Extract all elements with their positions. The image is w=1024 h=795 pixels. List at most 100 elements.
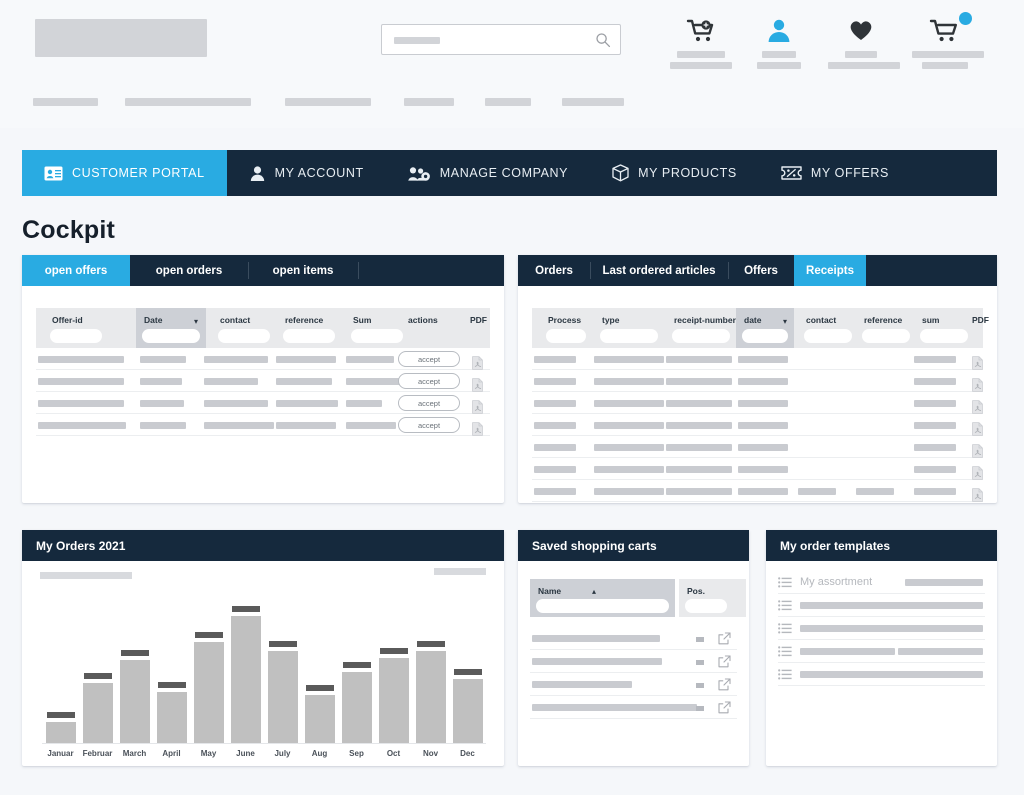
edit-open-icon[interactable] <box>718 701 731 714</box>
filter-input-date[interactable] <box>742 329 788 343</box>
list-item[interactable] <box>530 627 737 650</box>
nav-item-customer-portal[interactable]: CUSTOMER PORTAL <box>22 150 227 196</box>
pdf-icon[interactable] <box>972 466 983 480</box>
filter-input-contact[interactable] <box>218 329 270 343</box>
pdf-icon[interactable] <box>972 422 983 436</box>
filter-input-reference[interactable] <box>862 329 910 343</box>
list-item[interactable] <box>778 617 985 640</box>
pdf-icon[interactable] <box>972 378 983 392</box>
filter-input-name[interactable] <box>536 599 669 613</box>
table-row[interactable]: accept <box>36 392 490 414</box>
table-row[interactable] <box>532 436 983 458</box>
edit-open-icon[interactable] <box>718 655 731 668</box>
chart-bar[interactable] <box>83 683 113 743</box>
chevron-down-icon[interactable]: ▾ <box>783 317 787 326</box>
filter-input-receipt-number[interactable] <box>672 329 730 343</box>
filter-input-offer-id[interactable] <box>50 329 102 343</box>
accept-button[interactable]: accept <box>398 373 460 389</box>
nav-item-my-account[interactable]: MY ACCOUNT <box>227 150 386 196</box>
header-label-line-2 <box>828 62 900 69</box>
filter-input-contact[interactable] <box>804 329 852 343</box>
chart-bar[interactable] <box>231 616 261 743</box>
tab-orders[interactable]: Orders <box>518 255 590 286</box>
nav-placeholder[interactable] <box>125 98 251 106</box>
chart-bar[interactable] <box>416 651 446 743</box>
accept-button[interactable]: accept <box>398 395 460 411</box>
chart-bar[interactable] <box>157 692 187 743</box>
chart-bar[interactable] <box>379 658 409 743</box>
table-row[interactable] <box>532 458 983 480</box>
list-item[interactable] <box>530 696 737 719</box>
header-action-cart[interactable] <box>912 14 978 69</box>
filter-input-reference[interactable] <box>283 329 335 343</box>
chart-bar[interactable] <box>194 642 224 743</box>
table-row[interactable]: accept <box>36 348 490 370</box>
chart-x-label: March <box>116 744 153 758</box>
filter-input-pos[interactable] <box>685 599 727 613</box>
tab-open-offers[interactable]: open offers <box>22 255 130 286</box>
pdf-icon[interactable] <box>972 400 983 414</box>
table-row[interactable] <box>532 414 983 436</box>
chevron-down-icon[interactable]: ▾ <box>194 317 198 326</box>
tab-last-ordered-articles[interactable]: Last ordered articles <box>590 255 728 286</box>
table-row[interactable] <box>532 480 983 502</box>
chart-bar[interactable] <box>453 679 483 743</box>
header-label-line-2 <box>670 62 732 69</box>
nav-placeholder[interactable] <box>285 98 371 106</box>
chart-bar[interactable] <box>120 660 150 743</box>
list-item[interactable] <box>778 640 985 663</box>
pdf-icon[interactable] <box>472 378 483 392</box>
chart-x-label: Januar <box>42 744 79 758</box>
header-action-wishlist[interactable] <box>828 14 894 69</box>
list-item[interactable] <box>778 594 985 617</box>
pdf-icon[interactable] <box>972 444 983 458</box>
filter-input-sum[interactable] <box>920 329 968 343</box>
list-item[interactable] <box>530 673 737 696</box>
nav-placeholder[interactable] <box>404 98 454 106</box>
chart-bar[interactable] <box>305 695 335 743</box>
filter-input-process[interactable] <box>546 329 586 343</box>
pdf-icon[interactable] <box>972 488 983 502</box>
nav-item-my-offers[interactable]: MY OFFERS <box>759 150 911 196</box>
pdf-icon[interactable] <box>472 400 483 414</box>
header-action-account[interactable] <box>746 14 812 69</box>
chart-bar[interactable] <box>268 651 298 743</box>
nav-placeholder[interactable] <box>33 98 98 106</box>
pdf-icon[interactable] <box>972 356 983 370</box>
table-row[interactable] <box>532 392 983 414</box>
nav-item-manage-company[interactable]: MANAGE COMPANY <box>386 150 590 196</box>
tab-open-items[interactable]: open items <box>248 255 358 286</box>
tab-offers[interactable]: Offers <box>728 255 794 286</box>
list-item[interactable] <box>530 650 737 673</box>
pdf-icon[interactable] <box>472 422 483 436</box>
chart-bar[interactable] <box>342 672 372 743</box>
filter-input-date[interactable] <box>142 329 200 343</box>
edit-open-icon[interactable] <box>718 678 731 691</box>
header-action-cart-plus[interactable] <box>668 14 734 69</box>
tab-receipts[interactable]: Receipts <box>794 255 866 286</box>
table-row[interactable]: accept <box>36 370 490 392</box>
nav-placeholder[interactable] <box>485 98 531 106</box>
edit-open-icon[interactable] <box>718 632 731 645</box>
table-row[interactable] <box>532 348 983 370</box>
search-input[interactable] <box>381 24 621 55</box>
table-row[interactable] <box>532 370 983 392</box>
pdf-icon[interactable] <box>472 356 483 370</box>
accept-button[interactable]: accept <box>398 351 460 367</box>
filter-col-process: Process <box>540 308 590 348</box>
search-icon[interactable] <box>595 32 611 48</box>
filter-input-sum[interactable] <box>351 329 403 343</box>
accept-button[interactable]: accept <box>398 417 460 433</box>
table-row[interactable]: accept <box>36 414 490 436</box>
list-item[interactable]: My assortment <box>778 571 985 594</box>
nav-item-my-products[interactable]: MY PRODUCTS <box>590 150 759 196</box>
list-item[interactable] <box>778 663 985 686</box>
page-title: Cockpit <box>22 216 115 245</box>
filter-input-type[interactable] <box>600 329 658 343</box>
order-templates-title: My order templates <box>766 530 997 561</box>
chevron-up-icon[interactable]: ▴ <box>592 587 596 596</box>
logo-placeholder[interactable] <box>35 19 207 57</box>
tab-open-orders[interactable]: open orders <box>130 255 248 286</box>
nav-placeholder[interactable] <box>562 98 624 106</box>
chart-bar[interactable] <box>46 722 76 743</box>
